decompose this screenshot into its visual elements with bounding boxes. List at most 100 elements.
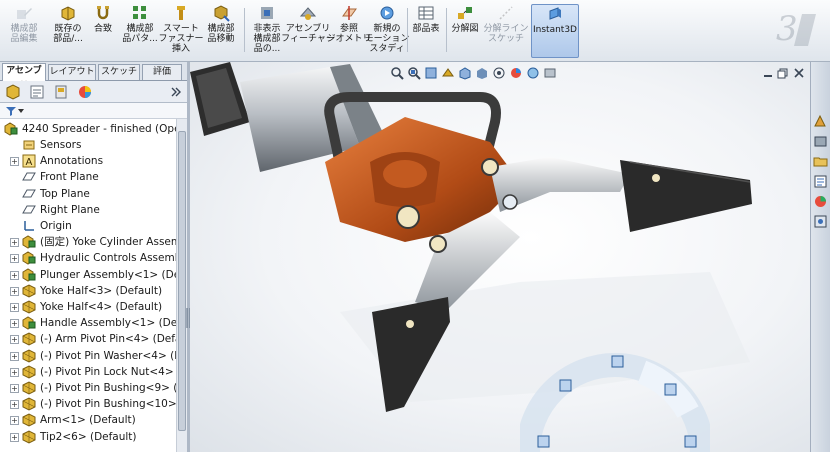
panel-tab-bar: アセンブリ レイアウト スケッチ 評価 bbox=[0, 62, 187, 91]
chevron-right-double-icon[interactable] bbox=[168, 84, 184, 100]
display-manager-icon[interactable] bbox=[77, 84, 93, 100]
fastener-icon bbox=[177, 6, 185, 20]
tree-item[interactable]: Front Plane bbox=[0, 169, 176, 185]
assembly-features-button[interactable]: アセンブリ フィーチャー bbox=[281, 4, 335, 58]
custom-properties-icon[interactable] bbox=[813, 214, 828, 229]
tree-item[interactable]: + Handle Assembly<1> (Defa bbox=[0, 315, 176, 331]
ring-handle-icon[interactable] bbox=[537, 435, 550, 448]
tree-item-label: (-) Pivot Pin Washer<4> (D bbox=[40, 349, 176, 362]
tree-item[interactable]: Top Plane bbox=[0, 186, 176, 202]
tree-item[interactable]: + Hydraulic Controls Assembl bbox=[0, 250, 176, 266]
spreader-3d-model[interactable] bbox=[190, 62, 810, 452]
solidworks-resources-icon[interactable] bbox=[813, 114, 828, 129]
tree-item-label: Yoke Half<4> (Default) bbox=[40, 301, 163, 313]
ring-handle-icon[interactable] bbox=[559, 379, 572, 392]
instant3d-button[interactable]: Instant3D bbox=[531, 4, 579, 58]
tree-expander-icon[interactable]: + bbox=[10, 335, 19, 345]
tree-item[interactable]: Origin bbox=[0, 218, 176, 234]
instant3d-icon bbox=[549, 7, 561, 20]
part-icon bbox=[22, 397, 36, 411]
part-icon bbox=[22, 381, 36, 395]
tree-scrollbar[interactable] bbox=[176, 119, 187, 452]
tree-item[interactable]: + (固定) Yoke Cylinder Assem bbox=[0, 234, 176, 250]
part-icon bbox=[22, 284, 36, 298]
tree-item[interactable]: + Yoke Half<3> (Default) bbox=[0, 283, 176, 299]
tree-expander-icon[interactable]: + bbox=[10, 416, 19, 426]
file-explorer-icon[interactable] bbox=[813, 154, 828, 169]
tree-item-label: Arm<1> (Default) bbox=[40, 414, 136, 427]
tab-layout[interactable]: レイアウト bbox=[48, 64, 96, 80]
property-manager-icon[interactable] bbox=[29, 84, 45, 100]
exploded-view-button[interactable]: 分解図 bbox=[448, 4, 482, 58]
tree-expander-icon[interactable]: + bbox=[10, 157, 19, 167]
tree-item-label: Handle Assembly<1> (Defa bbox=[40, 317, 176, 330]
toolbar-separator bbox=[446, 8, 447, 52]
mate-button[interactable]: 合致 bbox=[90, 4, 116, 58]
instant3d-ruler-ring[interactable] bbox=[520, 352, 710, 452]
tree-item-label: Top Plane bbox=[40, 187, 90, 200]
tree-item[interactable]: + Tip2<6> (Default) bbox=[0, 429, 176, 445]
tab-assembly[interactable]: アセンブリ bbox=[2, 63, 46, 91]
move-component-button[interactable]: 構成部 品移動 bbox=[202, 4, 240, 58]
tree-item[interactable]: Sensors bbox=[0, 137, 176, 153]
motion-study-icon bbox=[380, 6, 394, 20]
smart-fasteners-button[interactable]: スマート ファスナー 挿入 bbox=[159, 4, 204, 58]
tree-item[interactable]: + (-) Pivot Pin Bushing<9> (D bbox=[0, 380, 176, 396]
tree-item[interactable]: + Arm<1> (Default) bbox=[0, 412, 176, 428]
scrollbar-thumb[interactable] bbox=[178, 131, 186, 431]
view-palette-icon[interactable] bbox=[813, 174, 828, 189]
chevron-down-icon[interactable] bbox=[18, 108, 24, 114]
tree-expander-icon[interactable]: + bbox=[10, 384, 19, 393]
tab-sketch[interactable]: スケッチ bbox=[98, 64, 140, 80]
new-motion-study-button[interactable]: 新規の モーション スタディ bbox=[365, 4, 409, 58]
part-icon bbox=[22, 349, 36, 363]
tree-expander-icon[interactable]: + bbox=[10, 238, 19, 248]
tree-item[interactable]: + A Annotations bbox=[0, 153, 176, 169]
svg-text:3: 3 bbox=[776, 9, 798, 49]
reference-geometry-button[interactable]: 参照 ジオメトリ bbox=[327, 4, 372, 58]
ring-handle-icon[interactable] bbox=[684, 435, 697, 448]
subassembly-icon bbox=[22, 268, 36, 282]
tree-item[interactable]: Right Plane bbox=[0, 202, 176, 218]
tree-item[interactable]: + (-) Arm Pivot Pin<4> (Defa bbox=[0, 331, 176, 347]
plane-icon bbox=[22, 205, 36, 214]
tree-item[interactable]: + Yoke Half<4> (Default) bbox=[0, 299, 176, 315]
configuration-manager-icon[interactable] bbox=[53, 84, 69, 100]
tree-item[interactable]: + Plunger Assembly<1> (Defa bbox=[0, 267, 176, 283]
appearances-icon[interactable] bbox=[813, 194, 828, 209]
part-icon bbox=[22, 430, 36, 444]
tree-expander-icon[interactable]: + bbox=[10, 270, 19, 280]
explode-line-sketch-button[interactable]: 分解ライン スケッチ bbox=[484, 4, 529, 58]
ring-handle-icon[interactable] bbox=[664, 383, 677, 396]
graphics-area[interactable] bbox=[190, 62, 810, 452]
tree-expander-icon[interactable]: + bbox=[10, 351, 19, 361]
subassembly-icon bbox=[22, 235, 36, 249]
tab-evaluate[interactable]: 評価 bbox=[142, 64, 182, 80]
tree-item[interactable]: + (-) Pivot Pin Washer<4> (D bbox=[0, 348, 176, 364]
assembly-icon bbox=[4, 122, 18, 136]
tree-expander-icon[interactable]: + bbox=[10, 400, 19, 410]
tree-item[interactable]: + (-) Pivot Pin Bushing<10> ( bbox=[0, 396, 176, 412]
design-library-icon[interactable] bbox=[813, 134, 828, 149]
tree-expander-icon[interactable]: + bbox=[10, 319, 19, 329]
edit-component-button[interactable]: 構成部 品編集 bbox=[4, 4, 44, 58]
tree-expander-icon[interactable]: + bbox=[10, 432, 19, 442]
tree-expander-icon[interactable]: + bbox=[10, 254, 19, 264]
tree-root-assembly[interactable]: 4240 Spreader - finished (Oper bbox=[0, 121, 176, 137]
mate-icon bbox=[97, 6, 109, 20]
tree-item-label: (-) Arm Pivot Pin<4> (Defa bbox=[40, 333, 176, 346]
part-icon bbox=[22, 365, 36, 379]
tree-item[interactable]: + (-) Pivot Pin Lock Nut<4> ( bbox=[0, 364, 176, 380]
tree-expander-icon[interactable]: + bbox=[10, 367, 19, 377]
tree-item-label: (-) Pivot Pin Lock Nut<4> ( bbox=[40, 365, 176, 378]
tree-expander-icon[interactable]: + bbox=[10, 303, 19, 312]
bill-of-materials-button[interactable]: 部品表 bbox=[410, 4, 442, 58]
feature-manager-icon[interactable] bbox=[5, 84, 21, 100]
component-pattern-button[interactable]: 構成部 品パタ... bbox=[120, 4, 160, 58]
tree-expander-icon[interactable]: + bbox=[10, 286, 19, 296]
tree-item-label: (-) Pivot Pin Bushing<9> (D bbox=[40, 382, 176, 394]
toolbar-separator bbox=[407, 8, 408, 52]
ring-handle-icon[interactable] bbox=[611, 355, 624, 368]
filter-icon[interactable] bbox=[5, 105, 17, 117]
insert-existing-part-button[interactable]: 既存の 部品/... bbox=[48, 4, 88, 58]
